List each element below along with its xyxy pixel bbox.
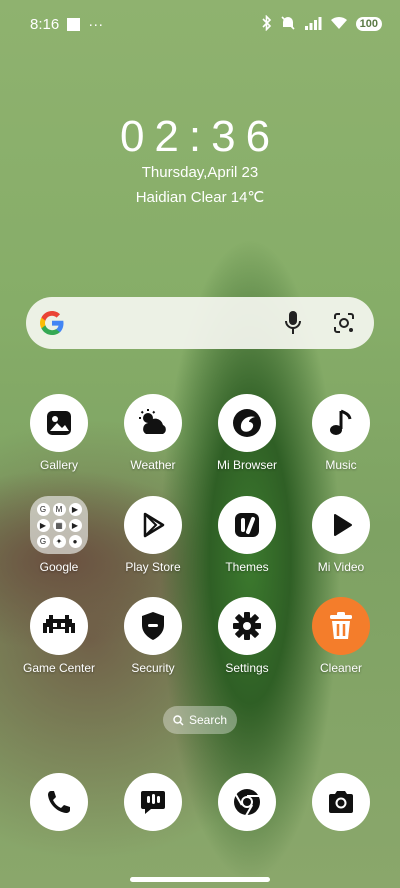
app-label: Themes bbox=[225, 560, 269, 574]
app-security[interactable]: Security bbox=[106, 597, 200, 675]
app-label: Play Store bbox=[125, 560, 181, 574]
phone-icon[interactable] bbox=[30, 773, 88, 831]
notification-icon bbox=[67, 17, 81, 31]
app-weather[interactable]: Weather bbox=[106, 394, 200, 472]
google-folder-icon[interactable]: G M ▶ ▶ ▦ ▶ G ✦ ● bbox=[30, 496, 88, 554]
game-center-icon[interactable] bbox=[30, 597, 88, 655]
folder-app-icon: G bbox=[36, 534, 50, 548]
app-label: Security bbox=[131, 661, 175, 675]
app-mi-browser[interactable]: Mi Browser bbox=[200, 394, 294, 472]
app-label: Cleaner bbox=[319, 661, 363, 675]
trash-icon[interactable] bbox=[312, 597, 370, 655]
app-folder-google[interactable]: G M ▶ ▶ ▦ ▶ G ✦ ● Google bbox=[12, 496, 106, 574]
folder-app-icon: ● bbox=[68, 534, 82, 548]
app-search-label: Search bbox=[188, 713, 228, 727]
weather-label[interactable]: Haidian Clear 14℃ bbox=[0, 188, 400, 206]
security-icon[interactable] bbox=[124, 597, 182, 655]
folder-app-icon: ▶ bbox=[68, 502, 82, 516]
app-label: Google bbox=[39, 560, 79, 574]
status-time: 8:16 bbox=[30, 15, 60, 33]
mute-icon bbox=[280, 15, 296, 34]
app-label: Mi Video bbox=[317, 560, 365, 574]
dock-camera[interactable] bbox=[294, 773, 388, 831]
app-game-center[interactable]: Game Center bbox=[12, 597, 106, 675]
app-label: Game Center bbox=[22, 661, 96, 675]
app-mi-video[interactable]: Mi Video bbox=[294, 496, 388, 574]
browser-icon[interactable] bbox=[218, 394, 276, 452]
folder-app-icon: ▶ bbox=[68, 518, 82, 532]
folder-app-icon: ▶ bbox=[36, 518, 50, 532]
bluetooth-icon bbox=[262, 14, 272, 34]
signal-icon bbox=[304, 16, 322, 33]
google-g-icon[interactable] bbox=[38, 309, 66, 337]
folder-app-icon: ▦ bbox=[52, 518, 66, 532]
gear-icon[interactable] bbox=[218, 597, 276, 655]
date-label[interactable]: Thursday,April 23 bbox=[0, 164, 400, 181]
camera-icon[interactable] bbox=[312, 773, 370, 831]
app-search-button[interactable]: Search bbox=[163, 706, 237, 734]
play-store-icon[interactable] bbox=[124, 496, 182, 554]
dock-messages[interactable] bbox=[106, 773, 200, 831]
google-lens-icon[interactable] bbox=[332, 311, 356, 335]
gallery-icon[interactable] bbox=[30, 394, 88, 452]
weather-icon[interactable] bbox=[124, 394, 182, 452]
messages-icon[interactable] bbox=[124, 773, 182, 831]
wifi-icon bbox=[330, 16, 348, 33]
clock[interactable]: 02:36 bbox=[0, 112, 400, 162]
battery-indicator: 100 bbox=[355, 17, 382, 31]
app-label: Music bbox=[325, 458, 357, 472]
app-settings[interactable]: Settings bbox=[200, 597, 294, 675]
folder-app-icon: M bbox=[52, 502, 66, 516]
music-icon[interactable] bbox=[312, 394, 370, 452]
themes-icon[interactable] bbox=[218, 496, 276, 554]
app-music[interactable]: Music bbox=[294, 394, 388, 472]
google-search-bar[interactable] bbox=[26, 297, 374, 349]
app-play-store[interactable]: Play Store bbox=[106, 496, 200, 574]
folder-app-icon: G bbox=[36, 502, 50, 516]
chrome-icon[interactable] bbox=[218, 773, 276, 831]
mic-icon[interactable] bbox=[282, 309, 304, 337]
app-themes[interactable]: Themes bbox=[200, 496, 294, 574]
app-label: Mi Browser bbox=[216, 458, 277, 472]
status-bar: 8:16 ··· 100 bbox=[0, 0, 400, 48]
app-cleaner[interactable]: Cleaner bbox=[294, 597, 388, 675]
dock-chrome[interactable] bbox=[200, 773, 294, 831]
app-label: Settings bbox=[225, 661, 269, 675]
app-gallery[interactable]: Gallery bbox=[12, 394, 106, 472]
app-label: Weather bbox=[130, 458, 176, 472]
more-notifications-icon: ··· bbox=[88, 15, 104, 33]
search-icon bbox=[173, 714, 184, 726]
app-label: Gallery bbox=[39, 458, 78, 472]
dock-phone[interactable] bbox=[12, 773, 106, 831]
home-indicator[interactable] bbox=[130, 877, 270, 882]
video-icon[interactable] bbox=[312, 496, 370, 554]
folder-app-icon: ✦ bbox=[52, 534, 66, 548]
